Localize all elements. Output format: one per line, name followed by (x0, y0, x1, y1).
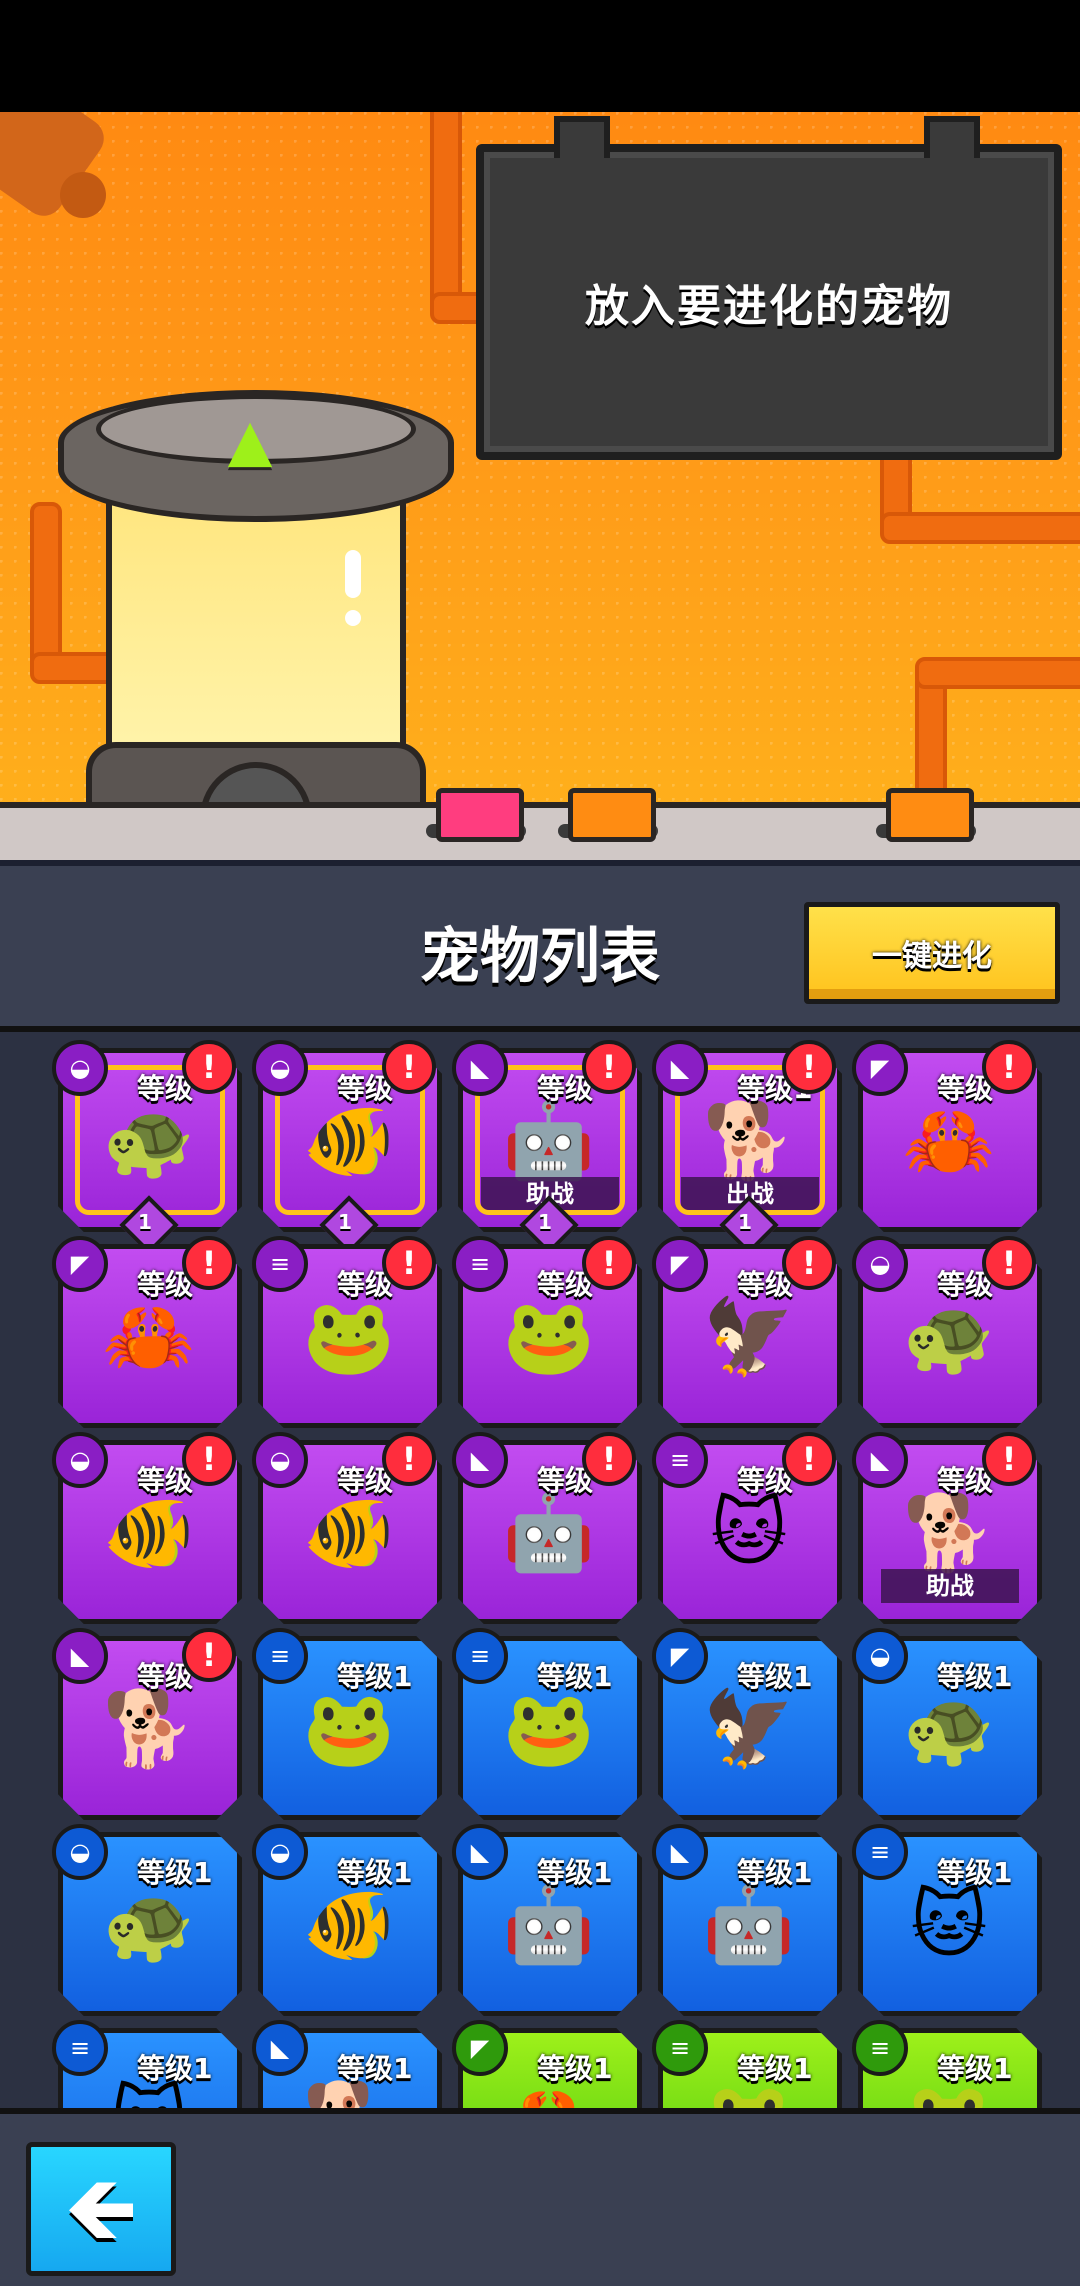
board-peg (554, 116, 610, 158)
dog-icon: ◣ (52, 1628, 108, 1684)
board-peg (924, 116, 980, 158)
instruction-text: 放入要进化的宠物 (585, 281, 953, 332)
alert-icon: ! (182, 1236, 236, 1290)
alert-icon: ! (982, 1236, 1036, 1290)
instruction-board: 放入要进化的宠物 (476, 116, 1062, 460)
dog-icon: ◣ (252, 2020, 308, 2076)
dog-icon: 🐕 (702, 1098, 796, 1184)
alert-icon: ! (382, 1432, 436, 1486)
turtle-icon: ◒ (252, 1824, 308, 1880)
alert-icon: ! (182, 1040, 236, 1094)
turtle-icon: 🐢 (102, 1098, 196, 1184)
evolve-all-button[interactable]: 一键进化 (804, 902, 1060, 1004)
alert-icon: ! (582, 1432, 636, 1486)
turtle-icon: ◒ (252, 1040, 308, 1096)
coins-icon: ≡ (252, 1236, 308, 1292)
turtle-icon: ◒ (52, 1824, 108, 1880)
pet-level: 等级1 (537, 1856, 613, 1889)
alert-icon: ! (582, 1236, 636, 1290)
status-bar (0, 0, 1080, 112)
footer-bar: 🡸 (0, 2108, 1080, 2286)
back-arrow-icon: 🡸 (64, 2156, 138, 2261)
tube-shine (345, 610, 361, 626)
evolution-scene: 放入要进化的宠物 ▲ (0, 112, 1080, 860)
gem-count: 1 (138, 1210, 152, 1234)
pet-level: 等级1 (337, 1856, 413, 1889)
pet-list-panel: 宠物列表 一键进化 🐢 等级 ◒! 1 🐠 等级 ◒! 1 🤖 等级 助战 ◣! 1 🐕 等级1 出战 ◣! 1 🦀… (0, 860, 1080, 2108)
turtle-icon: ◒ (852, 1236, 908, 1292)
tube-shine (345, 550, 361, 598)
pet-level: 等级1 (937, 1660, 1013, 1693)
gem-count: 1 (738, 1210, 752, 1234)
pipe (430, 112, 462, 310)
orange-floor-button[interactable] (568, 788, 656, 842)
pet-level: 等级1 (937, 1856, 1013, 1889)
pet-level: 等级1 (737, 1660, 813, 1693)
panel-title: 宠物列表 (420, 922, 660, 992)
turtle-icon: ◒ (852, 1628, 908, 1684)
alert-icon: ! (782, 1236, 836, 1290)
coins-icon: ≡ (452, 1236, 508, 1292)
coins-icon: ≡ (52, 2020, 108, 2076)
coins-icon: ≡ (852, 1824, 908, 1880)
pet-level: 等级1 (537, 2052, 613, 2085)
pipe (880, 512, 1080, 544)
alert-icon: ! (382, 1040, 436, 1094)
alert-icon: ! (182, 1432, 236, 1486)
dog-icon: ◣ (652, 1040, 708, 1096)
eagle-icon: ◤ (652, 1628, 708, 1684)
pet-level: 等级1 (337, 1660, 413, 1693)
gem-count: 1 (538, 1210, 552, 1234)
alert-icon: ! (782, 1432, 836, 1486)
up-arrow-icon: ▲ (227, 406, 273, 474)
goldfish-icon: 🐠 (302, 1098, 396, 1184)
eagle-icon: ◤ (652, 1236, 708, 1292)
pet-level: 等级1 (337, 2052, 413, 2085)
alert-icon: ! (982, 1432, 1036, 1486)
pet-level: 等级1 (937, 2052, 1013, 2085)
robot-arm-joint (60, 172, 106, 218)
alert-icon: ! (782, 1040, 836, 1094)
pet-level: 等级1 (137, 1856, 213, 1889)
eagle-icon: ◤ (852, 1040, 908, 1096)
turtle-icon: ◒ (52, 1040, 108, 1096)
orange-floor-button[interactable] (886, 788, 974, 842)
alert-icon: ! (982, 1040, 1036, 1094)
pet-level: 等级1 (137, 2052, 213, 2085)
pet-level: 等级1 (537, 1660, 613, 1693)
turtle-icon: ◒ (252, 1432, 308, 1488)
alert-icon: ! (182, 1628, 236, 1682)
coins-icon: ≡ (652, 2020, 708, 2076)
coins-icon: ≡ (852, 2020, 908, 2076)
gem-count: 1 (338, 1210, 352, 1234)
alert-icon: ! (382, 1236, 436, 1290)
pet-level: 等级1 (737, 1856, 813, 1889)
coins-icon: ≡ (252, 1628, 308, 1684)
dog-icon: ◣ (452, 1040, 508, 1096)
dog-icon: ◣ (452, 1824, 508, 1880)
turtle-icon: ◒ (52, 1432, 108, 1488)
pet-grid: 🐢 等级 ◒! 1 🐠 等级 ◒! 1 🤖 等级 助战 ◣! 1 🐕 等级1 出战 ◣! 1 🦀 等级 ◤! 🦀 等级 ◤! 🐸… (0, 1026, 1080, 2108)
back-button[interactable]: 🡸 (26, 2142, 176, 2276)
alert-icon: ! (582, 1040, 636, 1094)
eagle-icon: ◤ (52, 1236, 108, 1292)
pet-level: 等级1 (737, 2052, 813, 2085)
dog-icon: ◣ (652, 1824, 708, 1880)
dog-icon: ◣ (852, 1432, 908, 1488)
coins-icon: ≡ (452, 1628, 508, 1684)
pipe (915, 657, 1080, 689)
robot-icon: 🤖 (502, 1098, 596, 1184)
pink-floor-button[interactable] (436, 788, 524, 842)
panel-header: 宠物列表 一键进化 (0, 860, 1080, 1032)
dog-icon: ◣ (452, 1432, 508, 1488)
coins-icon: ≡ (652, 1432, 708, 1488)
pet-status-tag: 助战 (881, 1569, 1019, 1603)
eagle-icon: ◤ (452, 2020, 508, 2076)
